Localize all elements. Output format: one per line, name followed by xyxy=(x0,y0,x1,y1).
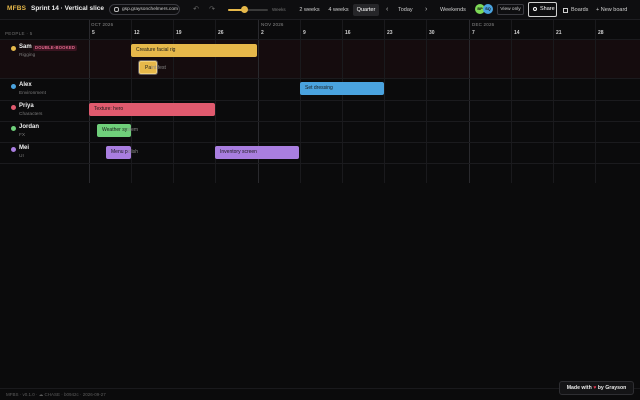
task-bar[interactable]: Weather system xyxy=(97,124,138,137)
people-header: PEOPLE · 5 xyxy=(5,31,33,36)
grid-line xyxy=(300,20,301,183)
grid-row-divider xyxy=(0,142,640,143)
task-label-overflow: int fest xyxy=(151,65,166,71)
boards-button[interactable]: Boards xyxy=(563,4,588,16)
share-link-pill[interactable]: gsp.graysonchelmers.com xyxy=(109,4,180,15)
person-role: UI xyxy=(19,154,24,159)
task-label: Inventory screen xyxy=(220,149,257,155)
timeline-grid: PEOPLE · 5 OCT 2026 NOV 2026 DEC 2026 5 … xyxy=(0,20,640,183)
link-icon xyxy=(114,7,119,12)
person-role: Environment xyxy=(19,91,46,96)
double-booked-badge: DOUBLE-BOOKED xyxy=(33,45,78,51)
share-button[interactable]: Share xyxy=(528,2,557,17)
person-name-jordan[interactable]: Jordan xyxy=(19,124,39,130)
month-label: NOV 2026 xyxy=(261,22,284,27)
week-label: 7 xyxy=(472,30,475,36)
week-label: 14 xyxy=(514,30,520,36)
new-board-button[interactable]: + New board xyxy=(596,4,627,16)
week-label: 26 xyxy=(218,30,224,36)
task-label: Texture: hero xyxy=(94,106,124,112)
range-4-weeks-button[interactable]: 4 weeks xyxy=(326,4,351,16)
task-bar[interactable]: Texture: hero xyxy=(89,103,215,116)
grid-row-divider xyxy=(0,39,640,40)
grid-line xyxy=(469,20,470,183)
person-color-dot xyxy=(11,46,16,51)
share-link-text: gsp.graysonchelmers.com xyxy=(122,7,178,12)
made-with-badge[interactable]: Made with ♥ by Grayson xyxy=(559,381,634,395)
grid-line xyxy=(595,20,596,183)
week-label: 16 xyxy=(345,30,351,36)
month-label: DEC 2026 xyxy=(472,22,495,27)
task-label: Weather sy xyxy=(102,127,128,133)
today-button[interactable]: Today xyxy=(398,4,413,16)
week-label: 28 xyxy=(598,30,604,36)
week-label: 9 xyxy=(303,30,306,36)
grid-line xyxy=(553,20,554,183)
avatar[interactable]: SQ xyxy=(483,4,493,14)
grid-line xyxy=(89,20,90,183)
view-only-button[interactable]: View only xyxy=(497,4,524,15)
week-label: 30 xyxy=(429,30,435,36)
status-footer: MFBS · v0.1.0 · ☁ CHASE · b0942c · 2026-… xyxy=(0,388,640,400)
top-bar: MFBS Sprint 14 · Vertical slice gsp.gray… xyxy=(0,0,640,20)
person-role: Characters xyxy=(19,112,43,117)
month-label: OCT 2026 xyxy=(91,22,114,27)
redo-icon[interactable]: ↷ xyxy=(207,5,217,13)
person-name-priya[interactable]: Priya xyxy=(19,103,34,109)
weekends-toggle[interactable]: Weekends xyxy=(440,4,466,16)
week-label: 19 xyxy=(176,30,182,36)
board-title[interactable]: Sprint 14 · Vertical slice xyxy=(31,5,104,12)
grid-row-divider xyxy=(0,78,640,79)
task-bar[interactable]: Inventory screen xyxy=(215,146,299,159)
undo-icon[interactable]: ↶ xyxy=(191,5,201,13)
zoom-slider[interactable] xyxy=(228,6,268,13)
grid-row-divider xyxy=(0,121,640,122)
range-2-weeks-button[interactable]: 2 weeks xyxy=(296,4,323,16)
heart-icon: ♥ xyxy=(593,385,597,391)
week-label: 5 xyxy=(92,30,95,36)
made-with-suffix: by Grayson xyxy=(597,385,627,391)
task-bar[interactable]: Set dressing xyxy=(300,82,384,95)
grid-line xyxy=(384,20,385,183)
person-role: Rigging xyxy=(19,53,36,58)
week-label: 23 xyxy=(387,30,393,36)
grid-line xyxy=(511,20,512,183)
week-label: 12 xyxy=(134,30,140,36)
person-name-alex[interactable]: Alex xyxy=(19,82,32,88)
person-name-sam[interactable]: Sam xyxy=(19,44,32,50)
chevron-right-icon[interactable]: › xyxy=(425,4,427,16)
range-quarter-button[interactable]: Quarter xyxy=(353,4,379,16)
task-label: Menu p xyxy=(111,149,128,155)
zoom-label: Weeks xyxy=(272,6,286,12)
made-with-prefix: Made with xyxy=(566,385,592,391)
row-highlight-double-booked xyxy=(0,40,640,78)
task-bar[interactable]: Menu polish xyxy=(106,146,138,159)
task-label: Set dressing xyxy=(305,85,333,91)
week-label: 21 xyxy=(556,30,562,36)
person-color-dot xyxy=(11,105,16,110)
grid-row-divider xyxy=(0,100,640,101)
person-color-dot xyxy=(11,84,16,89)
boards-icon xyxy=(563,7,568,13)
grid-line xyxy=(426,20,427,183)
zoom-thumb[interactable] xyxy=(240,6,248,13)
person-name-mei[interactable]: Mei xyxy=(19,145,29,151)
chevron-left-icon[interactable]: ‹ xyxy=(386,4,388,16)
person-role: FX xyxy=(19,133,26,138)
task-label-overflow: olish xyxy=(127,149,138,155)
grid-line xyxy=(342,20,343,183)
week-label: 2 xyxy=(261,30,264,36)
share-icon xyxy=(533,7,537,11)
version-info: MFBS · v0.1.0 · ☁ CHASE · b0942c · 2026-… xyxy=(6,392,106,397)
task-bar[interactable]: Creature facial rig xyxy=(131,44,257,57)
task-bar[interactable]: Paint fest xyxy=(139,61,166,74)
boards-button-label: Boards xyxy=(571,7,589,13)
person-color-dot xyxy=(11,147,16,152)
task-label: Creature facial rig xyxy=(136,47,176,53)
person-color-dot xyxy=(11,126,16,131)
task-label-overflow: stem xyxy=(127,127,139,133)
grid-row-divider xyxy=(0,163,640,164)
share-button-label: Share xyxy=(540,6,555,12)
app-logo[interactable]: MFBS xyxy=(7,5,26,12)
